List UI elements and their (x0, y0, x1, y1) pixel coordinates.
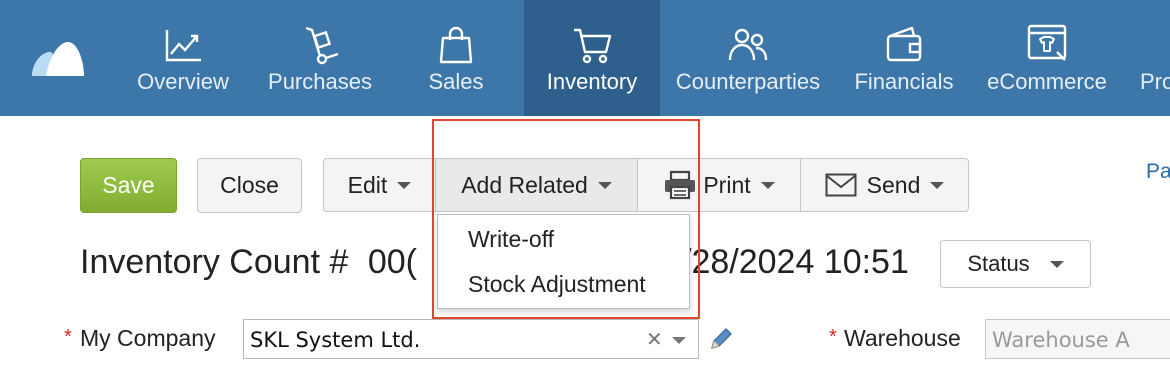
printer-icon (665, 170, 696, 200)
wallet-icon (886, 26, 922, 62)
chevron-down-icon (597, 181, 612, 189)
nav-item-financials[interactable]: Financials (846, 0, 962, 116)
close-button[interactable]: Close (197, 158, 302, 213)
nav-label-counterparties: Counterparties (675, 69, 821, 94)
shopping-cart-icon (574, 28, 612, 64)
warehouse-select[interactable]: Warehouse A (985, 319, 1170, 359)
send-button-label: Send (866, 171, 921, 198)
nav-item-ecommerce[interactable]: eCommerce (982, 0, 1112, 116)
send-button[interactable]: Send (800, 158, 969, 212)
save-button[interactable]: Save (80, 158, 177, 213)
document-number: 00( (367, 243, 417, 281)
required-marker: * (829, 326, 837, 348)
pa-link[interactable]: Pa (1146, 160, 1170, 184)
warehouse-value: Warehouse A (992, 328, 1130, 352)
print-button-label: Print (703, 171, 751, 198)
status-dropdown[interactable]: Status (940, 240, 1091, 288)
my-company-value: SKL System Ltd. (250, 328, 421, 352)
chevron-down-icon (1049, 260, 1064, 268)
app-logo-icon[interactable] (28, 36, 88, 80)
nav-label-pro: Pro (1140, 69, 1170, 94)
menu-item-write-off[interactable]: Write-off (468, 226, 554, 253)
main-navbar: Overview Purchases Sales Inventory Count… (0, 0, 1170, 116)
nav-item-purchases[interactable]: Purchases (258, 0, 382, 116)
hand-truck-icon (305, 26, 339, 65)
chevron-down-icon[interactable] (672, 337, 686, 344)
add-related-button[interactable]: Add Related (435, 158, 638, 212)
add-related-menu: Write-off Stock Adjustment (437, 214, 690, 309)
edit-button[interactable]: Edit (323, 158, 436, 212)
nav-label-purchases: Purchases (268, 69, 372, 94)
nav-item-overview[interactable]: Overview (124, 0, 242, 116)
nav-item-inventory[interactable]: Inventory (524, 0, 660, 116)
web-store-icon (1027, 24, 1067, 61)
nav-label-ecommerce: eCommerce (987, 69, 1107, 94)
shopping-bag-icon (439, 26, 473, 64)
nav-label-financials: Financials (854, 69, 954, 94)
menu-item-stock-adjustment[interactable]: Stock Adjustment (468, 271, 646, 298)
nav-item-pro[interactable]: Pro (1126, 0, 1170, 116)
envelope-icon (825, 173, 857, 197)
chevron-down-icon (397, 181, 412, 189)
pencil-icon[interactable] (708, 326, 734, 352)
edit-button-label: Edit (347, 171, 388, 198)
nav-label-overview: Overview (137, 69, 229, 94)
my-company-label: My Company (80, 325, 216, 351)
my-company-select[interactable]: SKL System Ltd. ✕ (243, 319, 699, 359)
nav-item-sales[interactable]: Sales (398, 0, 514, 116)
nav-label-sales: Sales (428, 69, 484, 94)
nav-label-inventory: Inventory (546, 69, 638, 94)
print-button[interactable]: Print (637, 158, 801, 212)
status-dropdown-label: Status (967, 251, 1030, 276)
users-icon (728, 28, 768, 61)
chevron-down-icon (930, 181, 945, 189)
add-related-button-label: Add Related (461, 171, 588, 198)
required-marker: * (64, 326, 72, 348)
page-title: Inventory Count # 00( (80, 243, 417, 282)
document-datetime: /28/2024 10:51 (682, 243, 909, 281)
warehouse-label: Warehouse (844, 325, 961, 351)
page-title-prefix: Inventory Count # (80, 243, 349, 281)
chart-line-icon (165, 30, 201, 62)
nav-item-counterparties[interactable]: Counterparties (670, 0, 826, 116)
clear-icon[interactable]: ✕ (646, 327, 663, 352)
chevron-down-icon (760, 181, 775, 189)
